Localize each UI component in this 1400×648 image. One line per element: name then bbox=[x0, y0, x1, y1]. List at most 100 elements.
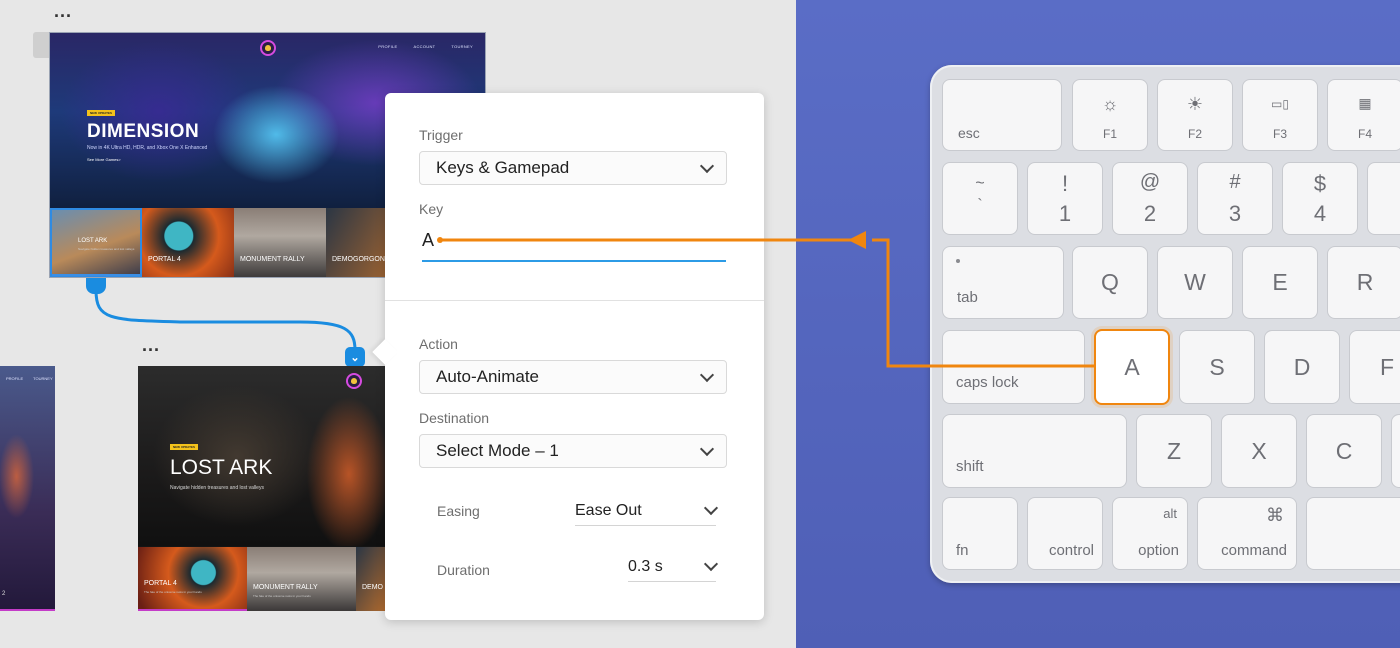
key-2[interactable]: @ 2 bbox=[1112, 162, 1188, 235]
key-label: 1 bbox=[1058, 201, 1072, 226]
key-space[interactable] bbox=[1306, 497, 1400, 570]
key-f2[interactable]: ☀ F2 bbox=[1157, 79, 1233, 151]
key-4[interactable]: $ 4 bbox=[1282, 162, 1358, 235]
key-input[interactable]: A bbox=[422, 224, 726, 262]
tile-demo: DEMO bbox=[356, 547, 386, 611]
key-x[interactable]: X bbox=[1221, 414, 1297, 488]
key-3[interactable]: # 3 bbox=[1197, 162, 1273, 235]
new-updates-badge: NEW UPDATES bbox=[170, 444, 198, 450]
key-label: R bbox=[1356, 269, 1374, 295]
key-e[interactable]: E bbox=[1242, 246, 1318, 319]
artboard-nav: PROFILE TOURNEY bbox=[6, 376, 53, 381]
chevron-down-icon bbox=[703, 500, 719, 516]
tile-title: DEMO bbox=[362, 584, 383, 591]
key-esc[interactable]: esc bbox=[942, 79, 1062, 151]
key-label: X bbox=[1251, 437, 1267, 464]
key-label: caps lock bbox=[956, 374, 1019, 391]
hero-image bbox=[0, 366, 55, 611]
key-f1[interactable]: ☼ F1 bbox=[1072, 79, 1148, 151]
destination-label: Destination bbox=[419, 410, 490, 426]
nav-item: PROFILE bbox=[6, 376, 24, 381]
key-f3[interactable]: ▭▯ F3 bbox=[1242, 79, 1318, 151]
key-z[interactable]: Z bbox=[1136, 414, 1212, 488]
key-label: 2 bbox=[1143, 201, 1157, 226]
keyboard: esc ☼ F1 ☀ F2 ▭▯ F3 ▦ F4 ~ ` ! 1 @ 2 # 3… bbox=[930, 65, 1400, 583]
tile-portal-4: PORTAL 4 The fate of the universe rests … bbox=[138, 547, 247, 611]
key-label: ` bbox=[977, 197, 983, 214]
key-label: F bbox=[1379, 353, 1395, 380]
chevron-down-icon bbox=[699, 367, 715, 382]
key-label: W bbox=[1184, 269, 1206, 295]
key-label: E bbox=[1272, 269, 1288, 295]
key-1[interactable]: ! 1 bbox=[1027, 162, 1103, 235]
key-5[interactable]: % bbox=[1367, 162, 1400, 235]
key-label: Key bbox=[419, 201, 444, 217]
section-divider bbox=[385, 300, 764, 301]
tile-desc: The fate of the universe rests in your h… bbox=[144, 590, 202, 594]
chevron-down-icon bbox=[703, 556, 719, 572]
key-s[interactable]: S bbox=[1179, 330, 1255, 404]
key-caps-lock[interactable]: caps lock bbox=[942, 330, 1085, 404]
artboard-lost-ark[interactable]: NEW UPDATES LOST ARK Navigate hidden tre… bbox=[138, 366, 386, 611]
key-v[interactable] bbox=[1391, 414, 1400, 488]
mission-control-icon: ▭▯ bbox=[1271, 97, 1289, 111]
trigger-label: Trigger bbox=[419, 127, 463, 143]
tile-desc: The fate of the universe rests in your h… bbox=[253, 594, 311, 598]
key-label: Z bbox=[1166, 437, 1182, 464]
tile-progress bbox=[138, 609, 247, 611]
key-f4[interactable]: ▦ F4 bbox=[1327, 79, 1400, 151]
key-d[interactable]: D bbox=[1264, 330, 1340, 404]
keyboard-background: esc ☼ F1 ☀ F2 ▭▯ F3 ▦ F4 ~ ` ! 1 @ 2 # 3… bbox=[796, 0, 1400, 648]
command-icon: ⌘ bbox=[1266, 505, 1284, 525]
action-dropdown[interactable]: Auto-Animate bbox=[419, 360, 727, 394]
tile-progress bbox=[0, 609, 55, 611]
key-label: shift bbox=[956, 458, 984, 475]
game-logo-icon bbox=[346, 373, 362, 389]
key-label: 4 bbox=[1313, 201, 1327, 226]
key-label: esc bbox=[958, 125, 980, 141]
launchpad-icon: ▦ bbox=[1358, 95, 1372, 111]
key-a-highlighted[interactable]: A bbox=[1094, 329, 1170, 405]
trigger-dropdown[interactable]: Keys & Gamepad bbox=[419, 151, 727, 185]
key-option[interactable]: alt option bbox=[1112, 497, 1188, 570]
easing-label: Easing bbox=[437, 503, 480, 519]
key-label-top: @ bbox=[1139, 171, 1161, 193]
key-label: Q bbox=[1101, 269, 1119, 295]
tile-title: MONUMENT RALLY bbox=[253, 584, 318, 591]
key-r[interactable]: R bbox=[1327, 246, 1400, 319]
key-control[interactable]: control bbox=[1027, 497, 1103, 570]
key-label: D bbox=[1293, 353, 1311, 380]
tile-number: 2 bbox=[2, 591, 6, 597]
key-label: A bbox=[1124, 353, 1140, 380]
hero-title: LOST ARK bbox=[170, 456, 273, 479]
duration-dropdown[interactable]: 0.3 s bbox=[628, 552, 719, 582]
wire-end-chevron-icon[interactable]: ⌄ bbox=[345, 347, 365, 367]
action-value: Auto-Animate bbox=[436, 367, 539, 386]
key-fn[interactable]: fn bbox=[942, 497, 1018, 570]
key-label-top: % bbox=[1368, 171, 1400, 197]
tile-monument-rally: MONUMENT RALLY The fate of the universe … bbox=[247, 547, 356, 611]
key-shift[interactable]: shift bbox=[942, 414, 1127, 488]
brightness-down-icon: ☼ bbox=[1101, 94, 1119, 114]
brightness-up-icon: ☀ bbox=[1186, 94, 1204, 114]
key-label: F3 bbox=[1272, 127, 1287, 141]
easing-value: Ease Out bbox=[575, 501, 642, 519]
key-f[interactable]: F bbox=[1349, 330, 1400, 404]
easing-dropdown[interactable]: Ease Out bbox=[575, 496, 719, 526]
key-label: control bbox=[1048, 542, 1094, 559]
wire-start-handle[interactable] bbox=[86, 278, 106, 294]
artboard-partial[interactable]: PROFILE TOURNEY 2 bbox=[0, 366, 55, 611]
key-w[interactable]: W bbox=[1157, 246, 1233, 319]
destination-value: Select Mode – 1 bbox=[436, 441, 559, 460]
destination-dropdown[interactable]: Select Mode – 1 bbox=[419, 434, 727, 468]
key-q[interactable]: Q bbox=[1072, 246, 1148, 319]
key-label: tab bbox=[957, 289, 978, 306]
key-label-top: ~ bbox=[975, 175, 985, 192]
key-command[interactable]: ⌘ command bbox=[1197, 497, 1297, 570]
key-backtick[interactable]: ~ ` bbox=[942, 162, 1018, 235]
key-c[interactable]: C bbox=[1306, 414, 1382, 488]
key-tab[interactable]: tab bbox=[942, 246, 1064, 319]
key-input-value: A bbox=[422, 230, 435, 250]
tile-title: PORTAL 4 bbox=[144, 580, 177, 587]
duration-label: Duration bbox=[437, 562, 490, 578]
